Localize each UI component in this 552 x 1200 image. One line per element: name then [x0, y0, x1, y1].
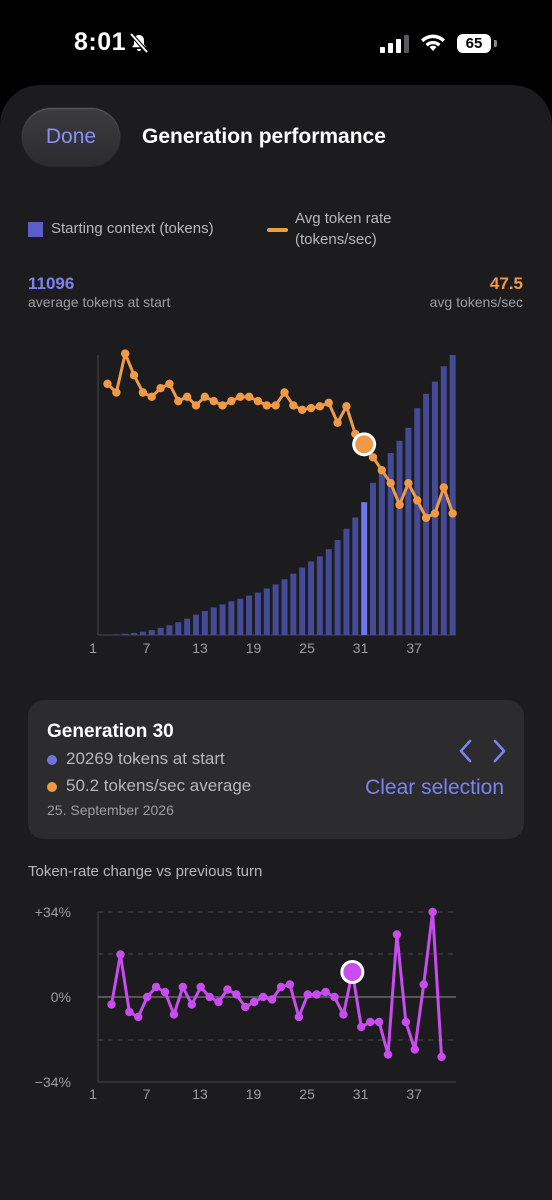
context-bar: [122, 633, 129, 635]
rate-point: [253, 396, 263, 406]
rate-point: [112, 388, 121, 397]
context-bar: [193, 614, 199, 635]
context-bar: [246, 595, 253, 635]
rate-point: [421, 513, 431, 522]
rate-point: [342, 402, 351, 411]
rate-point: [271, 401, 280, 410]
rate-point: [448, 509, 457, 518]
context-bar: [139, 631, 146, 635]
performance-chart[interactable]: 1 7 13 19 25 31 37: [0, 0, 552, 670]
context-bar: [237, 598, 244, 635]
context-bar: [263, 588, 270, 635]
context-bar: [228, 601, 235, 635]
context-bar: [157, 627, 164, 635]
rate-point: [280, 388, 289, 397]
tokens-dot: [47, 755, 57, 765]
context-bar: [325, 549, 332, 635]
rate-point: [298, 405, 307, 414]
context-bar: [316, 556, 323, 635]
rate-point: [191, 401, 201, 410]
rate-point: [430, 509, 440, 518]
context-bar: [131, 632, 138, 635]
selection-tokens: 20269 tokens at start: [66, 749, 225, 768]
clear-selection-button[interactable]: Clear selection: [365, 776, 504, 800]
context-bar: [414, 408, 421, 635]
context-bar: [290, 573, 297, 635]
rate-point: [227, 396, 236, 406]
x-tick-label: 19: [246, 640, 262, 656]
x-tick-label: 25: [299, 640, 315, 656]
x-tick-label: 7: [143, 640, 151, 656]
rate-point: [404, 478, 413, 488]
rate-point: [138, 388, 148, 397]
rate-point: [121, 349, 130, 358]
context-bar: [201, 610, 208, 635]
context-bar: [148, 630, 155, 635]
selected-rate-point: [355, 435, 374, 454]
context-bar: [352, 517, 359, 635]
selection-rate: 50.2 tokens/sec average: [66, 776, 252, 795]
x-tick-label: 37: [406, 640, 422, 656]
x-tick-label: 31: [353, 640, 369, 656]
selection-title: Generation 30: [47, 721, 174, 742]
context-bar: [370, 482, 376, 635]
context-bar: [166, 625, 173, 635]
change-chart-title: Token-rate change vs previous turn: [28, 863, 263, 880]
context-bar: [219, 604, 226, 635]
selection-date: 25. September 2026: [47, 802, 174, 818]
context-bar: [113, 634, 120, 635]
rate-point: [377, 466, 387, 475]
rate-point: [439, 483, 448, 492]
rate-point: [324, 398, 333, 408]
context-bar: [299, 567, 306, 635]
rate-point: [262, 401, 271, 410]
rate-point: [236, 392, 245, 402]
context-bar: [405, 427, 412, 635]
context-bar: [440, 366, 447, 635]
rate-point: [129, 371, 139, 380]
context-bar: [396, 440, 403, 635]
rate-point: [103, 379, 112, 389]
rate-point: [156, 383, 165, 393]
rate-point: [333, 418, 342, 427]
rate-point: [147, 392, 156, 402]
x-tick-label: 1: [89, 640, 97, 656]
chevron-right-icon[interactable]: [489, 738, 509, 764]
context-bar: [104, 635, 111, 636]
context-bar: [184, 618, 191, 635]
rate-point: [386, 478, 395, 488]
rate-point: [244, 392, 254, 402]
context-bar: [272, 584, 279, 635]
rate-point: [218, 401, 227, 410]
selection-card: Generation 30 20269 tokens at start 50.2…: [28, 700, 524, 839]
context-bar: [449, 355, 456, 635]
rate-point: [209, 396, 218, 406]
rate-point: [174, 396, 183, 406]
rate-point: [200, 392, 210, 402]
context-bar: [175, 622, 182, 635]
chevron-left-icon[interactable]: [456, 738, 476, 764]
rate-point: [289, 401, 298, 410]
rate-point: [182, 392, 192, 402]
rate-dot: [47, 782, 57, 792]
context-bar: [210, 607, 217, 635]
rate-point: [306, 403, 316, 413]
context-bar: [378, 467, 385, 635]
rate-point: [413, 496, 422, 505]
rate-point: [165, 379, 174, 389]
context-bar: [343, 528, 350, 635]
x-tick-label: 13: [192, 640, 208, 656]
context-bar: [308, 561, 315, 635]
context-bar: [334, 539, 341, 635]
rate-point: [395, 500, 404, 509]
context-bar: [281, 579, 288, 635]
rate-point: [315, 402, 325, 411]
context-bar: [361, 502, 368, 635]
context-bar: [254, 592, 261, 635]
